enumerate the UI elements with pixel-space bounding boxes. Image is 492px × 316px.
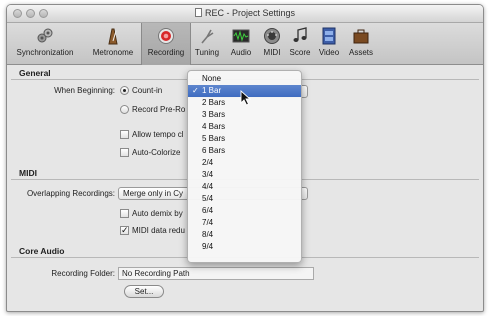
menu-item-4-bars[interactable]: 4 Bars	[188, 121, 301, 133]
menu-item-6-4[interactable]: 6/4	[188, 205, 301, 217]
auto-colorize-checkbox[interactable]	[120, 148, 129, 157]
synchronization-icon	[37, 28, 53, 43]
tuning-fork-icon	[201, 29, 214, 44]
tab-score[interactable]: Score	[286, 23, 314, 65]
auto-colorize-label: Auto-Colorize	[132, 148, 181, 157]
auto-demix-label: Auto demix by	[132, 209, 183, 218]
count-in-label: Count-in	[132, 86, 163, 95]
tab-assets[interactable]: Assets	[344, 23, 378, 65]
assets-icon	[353, 29, 369, 44]
count-in-radio[interactable]	[120, 86, 129, 95]
allow-tempo-label: Allow tempo cl	[132, 130, 184, 139]
title-bar: REC - Project Settings	[7, 5, 483, 23]
general-heading: General	[19, 68, 51, 78]
tab-video[interactable]: Video	[315, 23, 343, 65]
midi-data-reduction-label: MIDI data redu	[132, 226, 185, 235]
set-recording-folder-button[interactable]: Set...	[124, 285, 164, 298]
midi-data-reduction-checkbox[interactable]: ✓	[120, 226, 129, 235]
tab-tuning[interactable]: Tuning	[191, 23, 223, 65]
recording-folder-field: No Recording Path	[118, 267, 314, 280]
video-icon	[322, 27, 336, 45]
window-title: REC - Project Settings	[7, 8, 483, 18]
metronome-icon	[108, 28, 118, 45]
settings-toolbar: Synchronization Metronome Recording Tuni…	[7, 23, 483, 65]
overlapping-recordings-label: Overlapping Recordings:	[26, 189, 115, 198]
tab-recording[interactable]: Recording	[141, 23, 191, 65]
tab-midi[interactable]: MIDI	[259, 23, 285, 65]
menu-item-5-4[interactable]: 5/4	[188, 193, 301, 205]
document-icon	[194, 8, 202, 17]
menu-item-3-4[interactable]: 3/4	[188, 169, 301, 181]
mouse-pointer-icon	[240, 90, 252, 106]
menu-item-8-4[interactable]: 8/4	[188, 229, 301, 241]
menu-item-2-4[interactable]: 2/4	[188, 157, 301, 169]
menu-item-3-bars[interactable]: 3 Bars	[188, 109, 301, 121]
tab-synchronization[interactable]: Synchronization	[9, 23, 81, 65]
recording-folder-label: Recording Folder:	[51, 269, 115, 278]
menu-item-7-4[interactable]: 7/4	[188, 217, 301, 229]
menu-item-4-4[interactable]: 4/4	[188, 181, 301, 193]
menu-item-6-bars[interactable]: 6 Bars	[188, 145, 301, 157]
auto-demix-checkbox[interactable]	[120, 209, 129, 218]
allow-tempo-checkbox[interactable]	[120, 130, 129, 139]
score-icon	[293, 27, 307, 42]
menu-item-5-bars[interactable]: 5 Bars	[188, 133, 301, 145]
menu-item-none[interactable]: None	[188, 73, 301, 85]
core-audio-heading: Core Audio	[19, 246, 65, 256]
audio-icon	[232, 29, 250, 43]
record-preroll-radio[interactable]	[120, 105, 129, 114]
record-preroll-label: Record Pre-Ro	[132, 105, 186, 114]
tab-audio[interactable]: Audio	[225, 23, 257, 65]
midi-icon	[264, 28, 280, 44]
midi-heading: MIDI	[19, 168, 37, 178]
record-icon	[158, 28, 174, 44]
tab-metronome[interactable]: Metronome	[85, 23, 141, 65]
when-beginning-label: When Beginning:	[54, 86, 115, 95]
checkmark-icon: ✓	[192, 86, 199, 95]
menu-item-9-4[interactable]: 9/4	[188, 241, 301, 253]
